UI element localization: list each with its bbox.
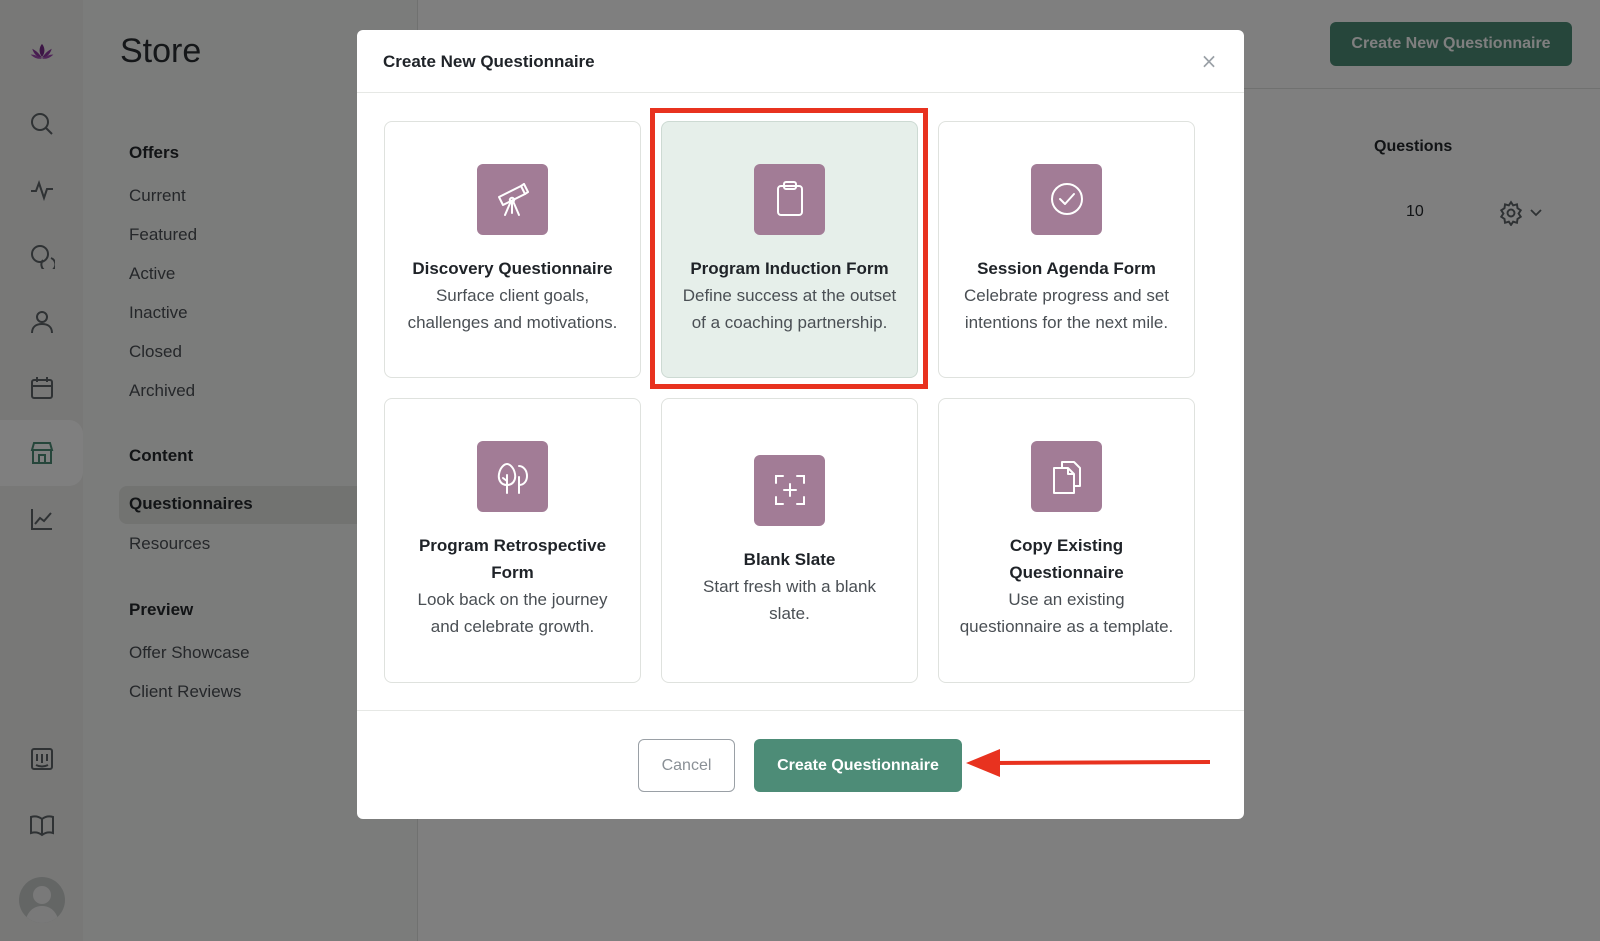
card-title: Session Agenda Form xyxy=(977,258,1156,278)
card-description: Celebrate progress and set intentions fo… xyxy=(963,285,1170,332)
card-title: Program Retrospective Form xyxy=(418,536,607,582)
annotation-arrow-icon xyxy=(966,749,1211,777)
cancel-button[interactable]: Cancel xyxy=(638,739,735,792)
card-description: Start fresh with a blank slate. xyxy=(703,576,876,623)
card-description: Surface client goals, challenges and mot… xyxy=(407,285,618,332)
card-description: Use an existing questionnaire as a templ… xyxy=(959,590,1174,636)
create-questionnaire-button[interactable]: Create Questionnaire xyxy=(754,739,962,792)
telescope-icon xyxy=(477,163,548,235)
annotation-highlight-box xyxy=(650,108,928,389)
card-title: Discovery Questionnaire xyxy=(412,258,613,278)
template-card-discovery[interactable]: Discovery Questionnaire Surface client g… xyxy=(384,121,641,378)
modal-title: Create New Questionnaire xyxy=(383,52,595,71)
card-title: Blank Slate xyxy=(743,549,836,569)
close-icon[interactable]: × xyxy=(1196,48,1222,74)
template-card-copy-existing[interactable]: Copy Existing Questionnaire Use an exist… xyxy=(938,398,1195,683)
modal-header: Create New Questionnaire × xyxy=(357,30,1244,93)
template-card-program-retrospective[interactable]: Program Retrospective Form Look back on … xyxy=(384,398,641,683)
modal-footer-divider xyxy=(357,710,1244,711)
card-description: Look back on the journey and celebrate g… xyxy=(417,590,608,636)
blank-slate-icon xyxy=(754,454,825,526)
trees-icon xyxy=(477,441,548,512)
template-card-session-agenda[interactable]: Session Agenda Form Celebrate progress a… xyxy=(938,121,1195,378)
card-title: Copy Existing Questionnaire xyxy=(1009,536,1124,582)
template-card-blank-slate[interactable]: Blank Slate Start fresh with a blank sla… xyxy=(661,398,918,683)
check-circle-icon xyxy=(1031,163,1102,235)
copy-icon xyxy=(1031,441,1102,512)
